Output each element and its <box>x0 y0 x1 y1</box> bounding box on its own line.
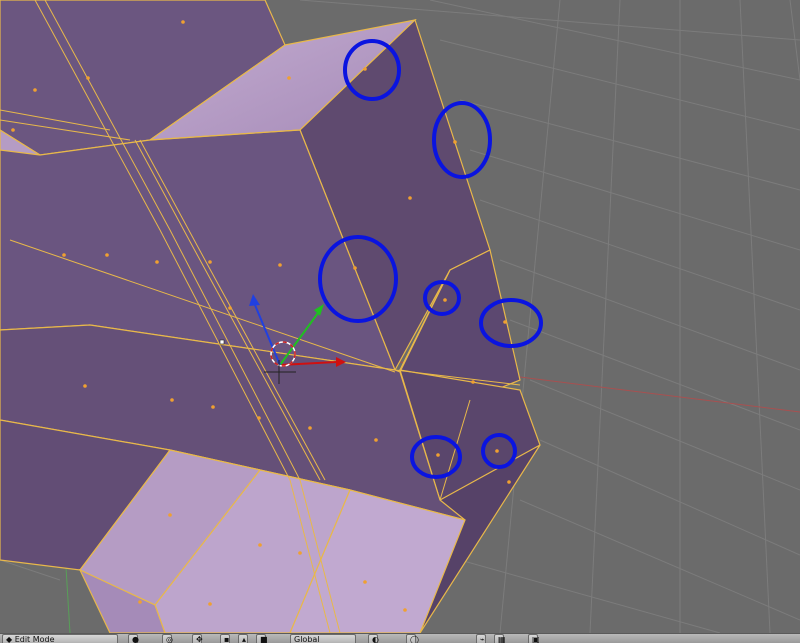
render-icon[interactable]: ▣ <box>528 634 540 643</box>
orientation-select[interactable]: Global <box>290 634 356 643</box>
object-origin <box>219 339 225 345</box>
snap-icon[interactable]: ⌁ <box>476 634 486 643</box>
manipulator-icon[interactable]: ✥ <box>192 634 203 643</box>
mode-icon: ◆ <box>6 635 13 643</box>
layer-icon[interactable]: ▦ <box>494 634 506 643</box>
select-vertex-icon[interactable]: ▪ <box>220 634 230 643</box>
mode-select-label: Edit Mode <box>14 635 55 643</box>
3d-viewport[interactable] <box>0 0 800 633</box>
select-edge-icon[interactable]: ▴ <box>238 634 248 643</box>
select-face-icon[interactable]: ■ <box>256 634 268 643</box>
orientation-select-label: Global <box>294 635 320 643</box>
mode-select[interactable]: ◆ Edit Mode <box>2 634 118 643</box>
viewport-header: ◆ Edit Mode ● ◎ ✥ ▪ ▴ ■ Global ◐ ◯ ⌁ ▦ ▣ <box>0 633 800 643</box>
pivot-icon[interactable]: ◎ <box>162 634 173 643</box>
proportional-icon[interactable]: ◯ <box>406 634 419 643</box>
occlude-icon[interactable]: ◐ <box>368 634 379 643</box>
shading-icon[interactable]: ● <box>128 634 139 643</box>
